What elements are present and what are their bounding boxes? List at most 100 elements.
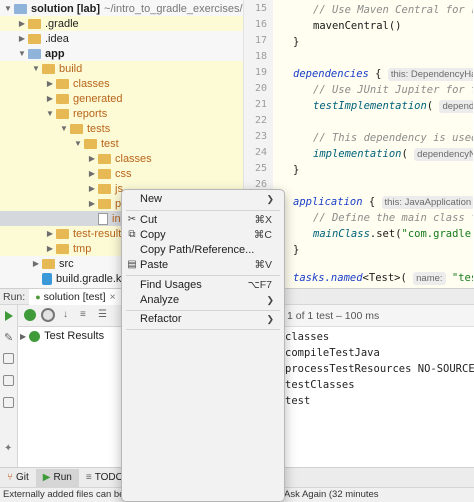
tree-item-app[interactable]: ▼ app — [0, 46, 243, 61]
status-message-tail[interactable]: Ask Again (32 minutes — [284, 488, 379, 502]
line-number: 25 — [254, 163, 267, 174]
console-output[interactable]: classes compileTestJava processTestResou… — [283, 327, 474, 467]
print-icon[interactable] — [3, 397, 14, 408]
folder-icon — [84, 138, 97, 149]
chevron-down-icon[interactable]: ▼ — [45, 109, 55, 118]
chevron-right-icon[interactable]: ▶ — [20, 332, 26, 341]
run-side-toolbar: ✎ ✦ — [0, 305, 18, 467]
code-line-32: tasks.named<Test>( name: "test") — [293, 272, 473, 285]
gradle-file-icon — [42, 272, 52, 285]
menu-item-new[interactable]: New ❯ — [126, 192, 280, 207]
context-menu: New ❯ ✂ Cut ⌘X ⧉ Copy ⌘C Copy Path/Refer… — [121, 189, 285, 502]
tree-item-tests[interactable]: ▼ tests — [0, 121, 243, 136]
chevron-down-icon[interactable]: ▼ — [31, 64, 41, 73]
sort-duration-icon[interactable]: ≡ — [80, 309, 86, 320]
menu-item-copy[interactable]: ⧉ Copy ⌘C — [126, 228, 280, 243]
run-label: Run: — [3, 290, 26, 303]
test-toolbar: ↓ ≡ ☰ — [18, 305, 128, 327]
folder-icon — [98, 153, 111, 164]
chevron-right-icon[interactable]: ▶ — [17, 34, 27, 43]
chevron-right-icon[interactable]: ▶ — [87, 154, 97, 163]
tree-item-classes[interactable]: ▶ classes — [0, 76, 243, 91]
submenu-arrow-icon: ❯ — [266, 295, 274, 305]
code-line-24: implementation( dependencyNotat — [313, 146, 473, 162]
line-number: 22 — [254, 115, 267, 126]
passed-icon — [29, 330, 41, 342]
inlay-hint: dependencyNotat — [414, 148, 473, 161]
menu-item-find-usages[interactable]: Find Usages ⌥F7 — [126, 278, 280, 293]
folder-icon — [56, 108, 69, 119]
code-editor[interactable]: // Use Maven Central for resol mavenCent… — [273, 0, 473, 288]
tree-item-root[interactable]: ▼ solution [lab] ~/intro_to_gradle_exerc… — [0, 1, 243, 16]
tree-item-css[interactable]: ▶ css — [0, 166, 243, 181]
passed-filter-icon[interactable] — [24, 309, 36, 321]
folder-icon — [56, 228, 69, 239]
code-line-15: // Use Maven Central for resol — [313, 4, 473, 16]
run-config-tab[interactable]: ● solution [test] × — [29, 288, 123, 305]
menu-item-analyze[interactable]: Analyze ❯ — [126, 293, 280, 308]
inlay-hint: this: DependencyHandl — [387, 68, 473, 81]
menu-item-copy-path[interactable]: Copy Path/Reference... — [126, 243, 280, 258]
pin-icon[interactable]: ✦ — [4, 443, 12, 454]
scissors-icon: ✂ — [127, 214, 137, 225]
chevron-right-icon[interactable]: ▶ — [31, 259, 41, 268]
chevron-right-icon[interactable]: ▶ — [87, 199, 97, 208]
console-line: testClasses — [285, 379, 355, 391]
rerun-icon[interactable] — [5, 311, 13, 321]
chevron-down-icon[interactable]: ▼ — [17, 49, 27, 58]
ignored-filter-icon[interactable] — [41, 308, 55, 322]
chevron-right-icon[interactable]: ▶ — [45, 244, 55, 253]
tree-item-generated[interactable]: ▶ generated — [0, 91, 243, 106]
code-line-30: } — [293, 244, 300, 256]
module-folder-icon — [14, 3, 27, 14]
list-icon: ≡ — [85, 472, 92, 483]
tree-item-reports[interactable]: ▼ reports — [0, 106, 243, 121]
code-line-17: } — [293, 36, 300, 48]
paste-icon: ▤ — [127, 259, 137, 270]
chevron-right-icon[interactable]: ▶ — [45, 229, 55, 238]
menu-separator — [126, 310, 280, 311]
menu-separator — [126, 275, 280, 276]
chevron-right-icon[interactable]: ▶ — [45, 79, 55, 88]
test-results-tree: ▶ Test Results — [18, 327, 128, 467]
close-icon[interactable]: × — [110, 291, 116, 303]
folder-icon — [98, 183, 111, 194]
code-line-16: mavenCentral() — [313, 20, 402, 32]
folder-icon — [98, 168, 111, 179]
folder-icon — [42, 63, 55, 74]
sort-icon[interactable]: ↓ — [63, 309, 68, 320]
chevron-down-icon[interactable]: ▼ — [59, 124, 69, 133]
menu-item-add-to-favorites[interactable] — [126, 319, 280, 334]
wrench-icon[interactable]: ✎ — [4, 331, 13, 344]
expand-icon[interactable]: ☰ — [98, 309, 107, 320]
tree-item-build[interactable]: ▼ build — [0, 61, 243, 76]
module-folder-icon — [28, 48, 41, 59]
menu-item-paste[interactable]: ▤ Paste ⌘V — [126, 258, 280, 273]
folder-icon — [56, 243, 69, 254]
tree-item-gradle-cache[interactable]: ▶ .gradle — [0, 16, 243, 31]
line-number: 21 — [254, 99, 267, 110]
chevron-down-icon[interactable]: ▼ — [73, 139, 83, 148]
html-file-icon — [98, 212, 108, 225]
git-tool-tab[interactable]: ⑂ Git — [0, 469, 36, 487]
inlay-hint: this: JavaApplication — [381, 196, 473, 209]
tree-item-idea[interactable]: ▶ .idea — [0, 31, 243, 46]
line-number: 24 — [254, 147, 267, 158]
line-number: 20 — [254, 83, 267, 94]
chevron-right-icon[interactable]: ▶ — [87, 169, 97, 178]
tree-item-test-classes[interactable]: ▶ classes — [0, 151, 243, 166]
folder-icon — [28, 33, 41, 44]
test-results-item[interactable]: ▶ Test Results — [20, 328, 104, 344]
console-line: test — [285, 395, 311, 407]
run-tool-tab[interactable]: ▶ Run — [35, 468, 79, 487]
layout-icon[interactable] — [3, 375, 14, 386]
chevron-right-icon[interactable]: ▶ — [87, 184, 97, 193]
tree-item-test[interactable]: ▼ test — [0, 136, 243, 151]
code-line-27: application { this: JavaApplication — [293, 194, 473, 210]
chevron-right-icon[interactable]: ▶ — [45, 94, 55, 103]
chevron-right-icon[interactable]: ▶ — [17, 19, 27, 28]
submenu-arrow-icon: ❯ — [266, 194, 274, 204]
chevron-down-icon[interactable]: ▼ — [3, 4, 13, 13]
stop-icon[interactable] — [3, 353, 14, 364]
menu-item-cut[interactable]: ✂ Cut ⌘X — [126, 213, 280, 228]
